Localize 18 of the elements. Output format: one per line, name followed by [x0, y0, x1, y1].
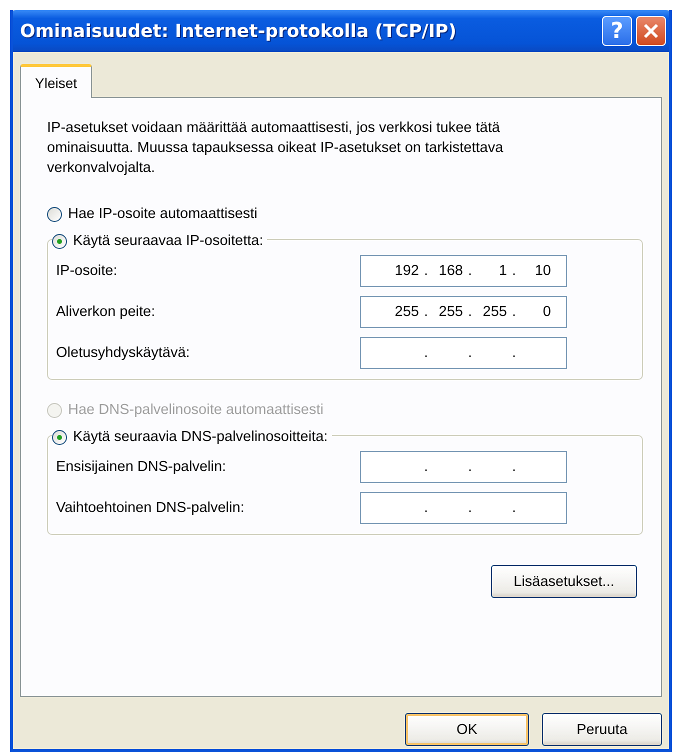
description-text: IP-asetukset voidaan määrittää automaattisesti, jos verkkosi tukee tätä ominaisuutta. Muussa tapauksessa oikeat IP-asetukset on tarkistettava verkonvalvojalta. [47, 119, 504, 178]
ip-address-field[interactable]: . . . [360, 337, 567, 369]
close-button[interactable] [636, 16, 666, 46]
window-title: Ominaisuudet: Internet-protokolla (TCP/IP) [20, 20, 458, 42]
dialog-button[interactable]: Peruuta [542, 713, 662, 746]
ip-address-field[interactable]: 255 . 255 . 255 . 0 [360, 296, 567, 328]
field-label: Aliverkon peite: [56, 304, 156, 320]
field-label: Oletusyhdyskäytävä: [56, 345, 190, 361]
advanced-button[interactable]: Lisäasetukset... [491, 565, 637, 598]
ip-address-field[interactable]: . . . [360, 492, 567, 524]
field-label: Ensisijainen DNS-palvelin: [56, 459, 226, 475]
field-label: IP-osoite: [56, 263, 118, 279]
ip-address-field[interactable]: 192 . 168 . 1 . 10 [360, 255, 567, 287]
close-icon [643, 23, 659, 39]
ip-address-field[interactable]: . . . [360, 451, 567, 483]
dialog-button[interactable]: OK [405, 713, 529, 746]
tab[interactable]: Yleiset [20, 64, 92, 98]
field-label: Vaihtoehtoinen DNS-palvelin: [56, 500, 244, 516]
